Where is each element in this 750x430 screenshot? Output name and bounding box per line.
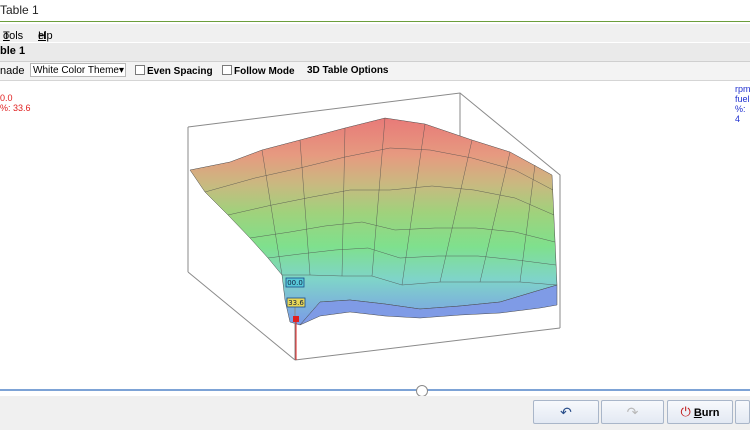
marker-bottom-text: 33.6 — [288, 299, 304, 307]
redo-icon: ↷ — [626, 404, 639, 420]
undo-button[interactable]: ↶ — [533, 400, 599, 424]
menu-bar: Tools Help — [0, 24, 750, 42]
color-theme-select[interactable]: White Color Theme▾ — [30, 63, 126, 77]
burn-icon: ⏻ — [680, 404, 691, 419]
title-bar-accent-line — [0, 21, 750, 22]
follow-mode-label: Follow Mode — [234, 66, 295, 77]
window-title-bar: Table 1 — [0, 0, 750, 22]
checkbox-icon — [135, 65, 145, 75]
slider-track[interactable] — [0, 389, 750, 391]
mode-label: nade — [0, 65, 25, 77]
tab-table-1[interactable]: ble 1 — [0, 45, 25, 57]
undo-icon: ↶ — [560, 404, 572, 420]
tab-bar: ble 1 — [0, 43, 750, 62]
marker-top-text: 00.0 — [287, 279, 303, 287]
cursor-point-icon — [293, 316, 299, 322]
burn-mnemonic: B — [693, 407, 702, 419]
bottom-button-bar: ↶ ↷ ⏻ Burn — [0, 396, 750, 430]
color-theme-value: White Color Theme — [33, 65, 119, 76]
menu-tools-rest: ools — [3, 30, 24, 42]
3d-surface-plot[interactable]: 00.0 33.6 — [0, 80, 750, 380]
surface-top — [189, 117, 558, 326]
3d-table-options-button[interactable]: 3D Table Options — [307, 65, 389, 76]
toolbar: nade White Color Theme▾ Even Spacing Fol… — [0, 62, 750, 81]
burn-button[interactable]: ⏻ Burn — [667, 400, 733, 424]
menu-help-rest: elp — [38, 30, 53, 42]
value-marker-bottom: 33.6 — [286, 297, 306, 308]
burn-label: Burn — [694, 407, 720, 419]
checkbox-icon — [222, 65, 232, 75]
follow-mode-checkbox[interactable]: Follow Mode — [222, 65, 295, 77]
window-title: Table 1 — [0, 3, 39, 17]
extra-button[interactable] — [735, 400, 750, 424]
chevron-down-icon: ▾ — [118, 65, 124, 76]
burn-label-rest: urn — [701, 407, 720, 419]
redo-button[interactable]: ↷ — [601, 400, 664, 424]
even-spacing-checkbox[interactable]: Even Spacing — [135, 65, 213, 77]
even-spacing-label: Even Spacing — [147, 66, 213, 77]
value-marker-top: 00.0 — [285, 277, 305, 288]
